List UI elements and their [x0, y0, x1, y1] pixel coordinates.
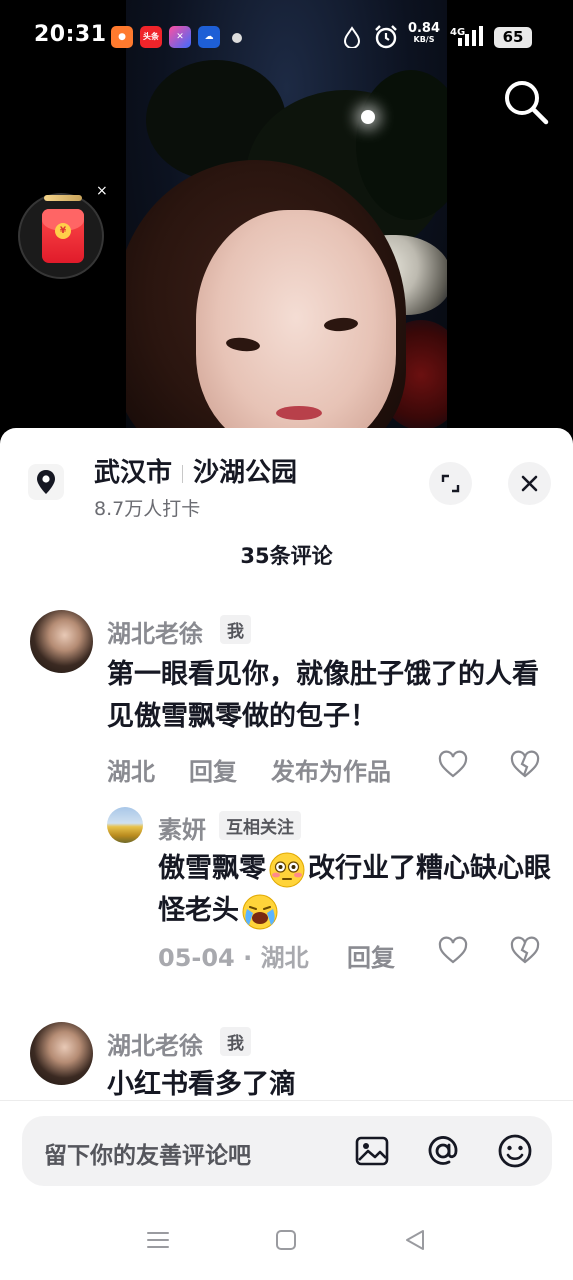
- expand-button[interactable]: [429, 462, 472, 505]
- back-icon[interactable]: [401, 1226, 429, 1254]
- reply-button[interactable]: 回复: [189, 752, 237, 787]
- location-checkins: 8.7万人打卡: [94, 498, 201, 520]
- alarm-icon: [375, 25, 397, 49]
- status-time: 20:31: [34, 22, 107, 47]
- taobao-app-icon: ●: [111, 26, 133, 48]
- close-icon: [521, 475, 538, 492]
- expand-icon: [441, 474, 460, 493]
- red-packet-widget[interactable]: ¥: [18, 193, 104, 279]
- red-packet-close-button[interactable]: ×: [96, 183, 108, 199]
- comment-count: 35条评论: [240, 544, 333, 568]
- comment-text: 第一眼看见你，就像肚子饿了的人看见傲雪飘零做的包子！: [107, 659, 539, 732]
- publish-as-work-button[interactable]: 发布为作品: [271, 752, 391, 787]
- location-pin-icon: [28, 464, 64, 500]
- reply-meta: 05-04 · 湖北: [158, 944, 309, 972]
- reply-button[interactable]: 回复: [347, 938, 395, 973]
- heart-icon[interactable]: [437, 935, 469, 967]
- location-title[interactable]: 武汉市 沙湖公园: [94, 452, 297, 489]
- comment-author[interactable]: 素妍: [158, 810, 206, 845]
- weather-app-icon: ☁: [198, 26, 220, 48]
- signal-icon: [458, 26, 483, 46]
- menu-icon[interactable]: [144, 1226, 172, 1254]
- input-divider: [0, 1100, 573, 1101]
- toutiao-app-icon: 头条: [140, 26, 162, 48]
- author-tag: 互相关注: [219, 811, 301, 840]
- search-icon[interactable]: [500, 76, 552, 128]
- red-packet-icon: ¥: [42, 209, 84, 263]
- home-icon[interactable]: [272, 1226, 300, 1254]
- battery-indicator: 65: [494, 27, 532, 48]
- avatar[interactable]: [30, 1022, 93, 1085]
- heart-icon[interactable]: [437, 749, 469, 781]
- at-icon[interactable]: [424, 1132, 462, 1170]
- image-icon[interactable]: [353, 1132, 391, 1170]
- flushed-emoji-icon: [269, 852, 305, 887]
- status-bar: 20:31 ● 头条 ✕ ☁ 0.84 KB/S 4G 65: [0, 0, 573, 72]
- close-button[interactable]: [508, 462, 551, 505]
- avatar[interactable]: [30, 610, 93, 673]
- comment-sheet: 武汉市 沙湖公园 8.7万人打卡 35条评论 湖北老徐 我 第一眼看见你，就像肚子…: [0, 428, 573, 1280]
- network-speed: 0.84 KB/S: [407, 21, 441, 44]
- comment-text: 傲雪飘零 改行业了糟心缺心眼怪老头: [158, 848, 558, 932]
- author-tag: 我: [220, 615, 251, 644]
- broken-heart-icon[interactable]: [509, 935, 541, 967]
- emoji-icon[interactable]: [496, 1132, 534, 1170]
- avatar[interactable]: [107, 807, 143, 843]
- tv-app-icon: ✕: [169, 26, 191, 48]
- system-navigation-bar: [0, 1212, 573, 1280]
- comment-author[interactable]: 湖北老徐: [107, 614, 203, 649]
- crying-emoji-icon: [242, 894, 278, 929]
- location-city: 武汉市: [94, 458, 173, 488]
- comment-input[interactable]: 留下你的友善评论吧: [22, 1116, 552, 1186]
- comment-author[interactable]: 湖北老徐: [107, 1026, 203, 1061]
- author-tag: 我: [220, 1027, 251, 1056]
- comment-region: 湖北: [107, 758, 155, 786]
- red-packet-progress: [44, 195, 82, 201]
- notification-dot: [232, 33, 242, 43]
- comment-input-placeholder: 留下你的友善评论吧: [44, 1143, 251, 1169]
- water-drop-icon: [343, 26, 361, 48]
- broken-heart-icon[interactable]: [509, 749, 541, 781]
- street-light: [361, 110, 375, 124]
- location-place: 沙湖公园: [193, 458, 298, 488]
